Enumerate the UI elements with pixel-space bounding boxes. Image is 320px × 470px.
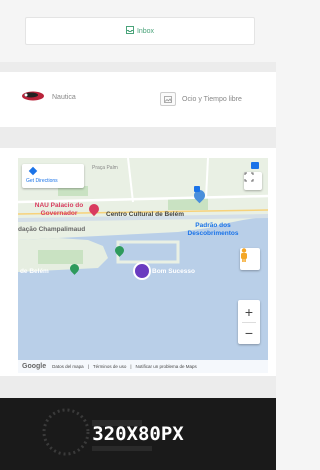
fullscreen-button[interactable] — [244, 172, 262, 190]
separator — [0, 376, 276, 398]
location-marker-icon[interactable] — [133, 262, 151, 280]
street-view-button[interactable] — [240, 248, 260, 270]
motorboat-icon — [20, 90, 46, 104]
embedded-map[interactable]: Get Directions Praça Palm NAU Palacio do… — [18, 158, 268, 373]
directions-box[interactable]: Get Directions — [22, 164, 84, 188]
place-label: NAU Palacio do Governador — [34, 202, 84, 217]
map-section: Get Directions Praça Palm NAU Palacio do… — [0, 148, 276, 376]
category-ocio[interactable]: Ocio y Tiempo libre — [160, 92, 242, 106]
report-problem-link[interactable]: Notificar un problema de Maps — [136, 364, 197, 369]
ad-banner[interactable]: 320X80PX — [0, 398, 276, 470]
inbox-button[interactable]: Inbox — [25, 17, 255, 45]
google-logo: Google — [22, 363, 47, 370]
pegman-icon — [241, 248, 247, 262]
terms-link[interactable]: Términos de uso — [93, 364, 127, 369]
category-label: Ocio y Tiempo libre — [182, 95, 242, 103]
place-label: Centro Cultural de Belém — [106, 211, 185, 218]
category-label: Nautica — [52, 93, 76, 101]
map-data-link[interactable]: Datos del mapa — [52, 364, 84, 369]
inbox-icon — [125, 26, 134, 36]
zoom-in-button[interactable]: + — [245, 302, 253, 322]
categories-bar: Nautica Ocio y Tiempo libre — [0, 72, 276, 127]
place-label: Torre de Belém — [18, 268, 49, 275]
category-nautica[interactable]: Nautica — [20, 90, 76, 104]
landmark-pin-icon — [251, 162, 259, 169]
separator — [0, 127, 276, 148]
directions-icon — [28, 166, 38, 176]
place-label: dação Champalimaud — [18, 226, 86, 233]
street-label: Praça Palm — [92, 165, 118, 171]
landmark-pin-icon — [194, 186, 200, 192]
footer-divider: | — [87, 364, 89, 369]
leisure-icon — [160, 92, 176, 106]
directions-label: Get Directions — [26, 178, 58, 184]
footer-divider: | — [130, 364, 132, 369]
place-label: Padrão dos Descobrimentos — [187, 222, 239, 237]
fullscreen-icon — [244, 172, 254, 182]
zoom-out-button[interactable]: − — [245, 323, 253, 343]
map-footer: Google Datos del mapa | Términos de uso … — [18, 360, 268, 373]
zoom-controls: + − — [238, 300, 260, 344]
inbox-label: Inbox — [136, 27, 155, 35]
ad-size-label: 320X80PX — [92, 423, 184, 445]
separator — [0, 62, 276, 72]
place-label: Bom Sucesso — [152, 268, 195, 275]
